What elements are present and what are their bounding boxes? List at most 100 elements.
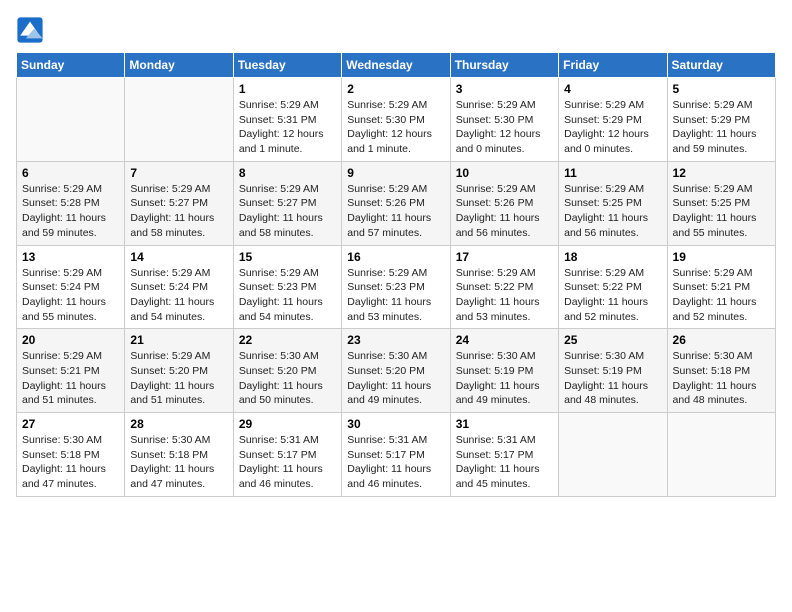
day-number: 11: [564, 166, 661, 180]
day-number: 27: [22, 417, 119, 431]
day-number: 5: [673, 82, 770, 96]
day-info: Sunrise: 5:29 AM Sunset: 5:30 PM Dayligh…: [347, 98, 444, 157]
calendar-cell: 30 Sunrise: 5:31 AM Sunset: 5:17 PM Dayli…: [342, 413, 450, 497]
calendar-cell: 9 Sunrise: 5:29 AM Sunset: 5:26 PM Daylig…: [342, 161, 450, 245]
day-number: 16: [347, 250, 444, 264]
calendar-cell: 20 Sunrise: 5:29 AM Sunset: 5:21 PM Dayli…: [17, 329, 125, 413]
calendar-week-1: 1 Sunrise: 5:29 AM Sunset: 5:31 PM Daylig…: [17, 78, 776, 162]
logo: [16, 16, 48, 44]
day-info: Sunrise: 5:29 AM Sunset: 5:28 PM Dayligh…: [22, 182, 119, 241]
calendar-header-tuesday: Tuesday: [233, 53, 341, 78]
day-info: Sunrise: 5:30 AM Sunset: 5:19 PM Dayligh…: [456, 349, 553, 408]
calendar-week-3: 13Sunrise: 5:29 AM Sunset: 5:24 PM Dayli…: [17, 245, 776, 329]
calendar-cell: 10Sunrise: 5:29 AM Sunset: 5:26 PM Dayli…: [450, 161, 558, 245]
calendar-cell: 2 Sunrise: 5:29 AM Sunset: 5:30 PM Daylig…: [342, 78, 450, 162]
day-number: 4: [564, 82, 661, 96]
calendar-cell: [559, 413, 667, 497]
day-number: 15: [239, 250, 336, 264]
calendar-cell: 7 Sunrise: 5:29 AM Sunset: 5:27 PM Daylig…: [125, 161, 233, 245]
day-info: Sunrise: 5:29 AM Sunset: 5:29 PM Dayligh…: [673, 98, 770, 157]
calendar-week-4: 20 Sunrise: 5:29 AM Sunset: 5:21 PM Dayli…: [17, 329, 776, 413]
day-info: Sunrise: 5:31 AM Sunset: 5:17 PM Dayligh…: [347, 433, 444, 492]
calendar-header-monday: Monday: [125, 53, 233, 78]
calendar-header-saturday: Saturday: [667, 53, 775, 78]
day-info: Sunrise: 5:29 AM Sunset: 5:22 PM Dayligh…: [456, 266, 553, 325]
day-info: Sunrise: 5:30 AM Sunset: 5:20 PM Dayligh…: [239, 349, 336, 408]
day-info: Sunrise: 5:29 AM Sunset: 5:23 PM Dayligh…: [347, 266, 444, 325]
calendar-cell: 23Sunrise: 5:30 AM Sunset: 5:20 PM Dayli…: [342, 329, 450, 413]
calendar-header-thursday: Thursday: [450, 53, 558, 78]
calendar-cell: 22 Sunrise: 5:30 AM Sunset: 5:20 PM Dayli…: [233, 329, 341, 413]
logo-icon: [16, 16, 44, 44]
day-info: Sunrise: 5:29 AM Sunset: 5:20 PM Dayligh…: [130, 349, 227, 408]
day-info: Sunrise: 5:31 AM Sunset: 5:17 PM Dayligh…: [456, 433, 553, 492]
calendar-body: 1 Sunrise: 5:29 AM Sunset: 5:31 PM Daylig…: [17, 78, 776, 497]
day-info: Sunrise: 5:29 AM Sunset: 5:25 PM Dayligh…: [564, 182, 661, 241]
day-number: 6: [22, 166, 119, 180]
calendar-cell: 29 Sunrise: 5:31 AM Sunset: 5:17 PM Dayli…: [233, 413, 341, 497]
calendar-cell: 4 Sunrise: 5:29 AM Sunset: 5:29 PM Daylig…: [559, 78, 667, 162]
calendar-header-friday: Friday: [559, 53, 667, 78]
day-number: 8: [239, 166, 336, 180]
day-info: Sunrise: 5:29 AM Sunset: 5:21 PM Dayligh…: [673, 266, 770, 325]
calendar-cell: 19 Sunrise: 5:29 AM Sunset: 5:21 PM Dayli…: [667, 245, 775, 329]
page-header: [16, 16, 776, 44]
day-info: Sunrise: 5:29 AM Sunset: 5:25 PM Dayligh…: [673, 182, 770, 241]
calendar-cell: [17, 78, 125, 162]
day-number: 25: [564, 333, 661, 347]
calendar-cell: 31Sunrise: 5:31 AM Sunset: 5:17 PM Dayli…: [450, 413, 558, 497]
calendar-cell: 27 Sunrise: 5:30 AM Sunset: 5:18 PM Dayli…: [17, 413, 125, 497]
day-number: 7: [130, 166, 227, 180]
calendar-cell: 8 Sunrise: 5:29 AM Sunset: 5:27 PM Daylig…: [233, 161, 341, 245]
calendar-cell: 5 Sunrise: 5:29 AM Sunset: 5:29 PM Daylig…: [667, 78, 775, 162]
day-number: 19: [673, 250, 770, 264]
day-info: Sunrise: 5:29 AM Sunset: 5:27 PM Dayligh…: [130, 182, 227, 241]
day-info: Sunrise: 5:29 AM Sunset: 5:21 PM Dayligh…: [22, 349, 119, 408]
day-number: 1: [239, 82, 336, 96]
calendar-header-sunday: Sunday: [17, 53, 125, 78]
day-number: 30: [347, 417, 444, 431]
day-number: 20: [22, 333, 119, 347]
day-number: 26: [673, 333, 770, 347]
day-number: 18: [564, 250, 661, 264]
calendar-header-row: SundayMondayTuesdayWednesdayThursdayFrid…: [17, 53, 776, 78]
day-info: Sunrise: 5:29 AM Sunset: 5:27 PM Dayligh…: [239, 182, 336, 241]
day-info: Sunrise: 5:29 AM Sunset: 5:22 PM Dayligh…: [564, 266, 661, 325]
day-number: 9: [347, 166, 444, 180]
day-info: Sunrise: 5:29 AM Sunset: 5:26 PM Dayligh…: [347, 182, 444, 241]
day-info: Sunrise: 5:31 AM Sunset: 5:17 PM Dayligh…: [239, 433, 336, 492]
day-number: 22: [239, 333, 336, 347]
calendar-cell: 3Sunrise: 5:29 AM Sunset: 5:30 PM Daylig…: [450, 78, 558, 162]
calendar-cell: [125, 78, 233, 162]
day-info: Sunrise: 5:29 AM Sunset: 5:23 PM Dayligh…: [239, 266, 336, 325]
day-info: Sunrise: 5:30 AM Sunset: 5:19 PM Dayligh…: [564, 349, 661, 408]
day-number: 3: [456, 82, 553, 96]
day-number: 28: [130, 417, 227, 431]
day-info: Sunrise: 5:29 AM Sunset: 5:29 PM Dayligh…: [564, 98, 661, 157]
day-number: 2: [347, 82, 444, 96]
calendar-cell: 25 Sunrise: 5:30 AM Sunset: 5:19 PM Dayli…: [559, 329, 667, 413]
day-number: 24: [456, 333, 553, 347]
day-info: Sunrise: 5:30 AM Sunset: 5:18 PM Dayligh…: [130, 433, 227, 492]
day-info: Sunrise: 5:29 AM Sunset: 5:31 PM Dayligh…: [239, 98, 336, 157]
day-info: Sunrise: 5:29 AM Sunset: 5:24 PM Dayligh…: [22, 266, 119, 325]
calendar-cell: 16 Sunrise: 5:29 AM Sunset: 5:23 PM Dayli…: [342, 245, 450, 329]
calendar-cell: 15 Sunrise: 5:29 AM Sunset: 5:23 PM Dayli…: [233, 245, 341, 329]
calendar-header-wednesday: Wednesday: [342, 53, 450, 78]
calendar-cell: 21 Sunrise: 5:29 AM Sunset: 5:20 PM Dayli…: [125, 329, 233, 413]
day-number: 29: [239, 417, 336, 431]
day-info: Sunrise: 5:30 AM Sunset: 5:18 PM Dayligh…: [673, 349, 770, 408]
day-number: 14: [130, 250, 227, 264]
calendar-cell: 6 Sunrise: 5:29 AM Sunset: 5:28 PM Daylig…: [17, 161, 125, 245]
calendar-cell: 24 Sunrise: 5:30 AM Sunset: 5:19 PM Dayli…: [450, 329, 558, 413]
day-info: Sunrise: 5:29 AM Sunset: 5:26 PM Dayligh…: [456, 182, 553, 241]
day-number: 17: [456, 250, 553, 264]
calendar-table: SundayMondayTuesdayWednesdayThursdayFrid…: [16, 52, 776, 497]
day-info: Sunrise: 5:30 AM Sunset: 5:18 PM Dayligh…: [22, 433, 119, 492]
calendar-cell: 26 Sunrise: 5:30 AM Sunset: 5:18 PM Dayli…: [667, 329, 775, 413]
day-number: 21: [130, 333, 227, 347]
calendar-cell: 13Sunrise: 5:29 AM Sunset: 5:24 PM Dayli…: [17, 245, 125, 329]
day-number: 23: [347, 333, 444, 347]
calendar-cell: [667, 413, 775, 497]
calendar-week-5: 27 Sunrise: 5:30 AM Sunset: 5:18 PM Dayli…: [17, 413, 776, 497]
